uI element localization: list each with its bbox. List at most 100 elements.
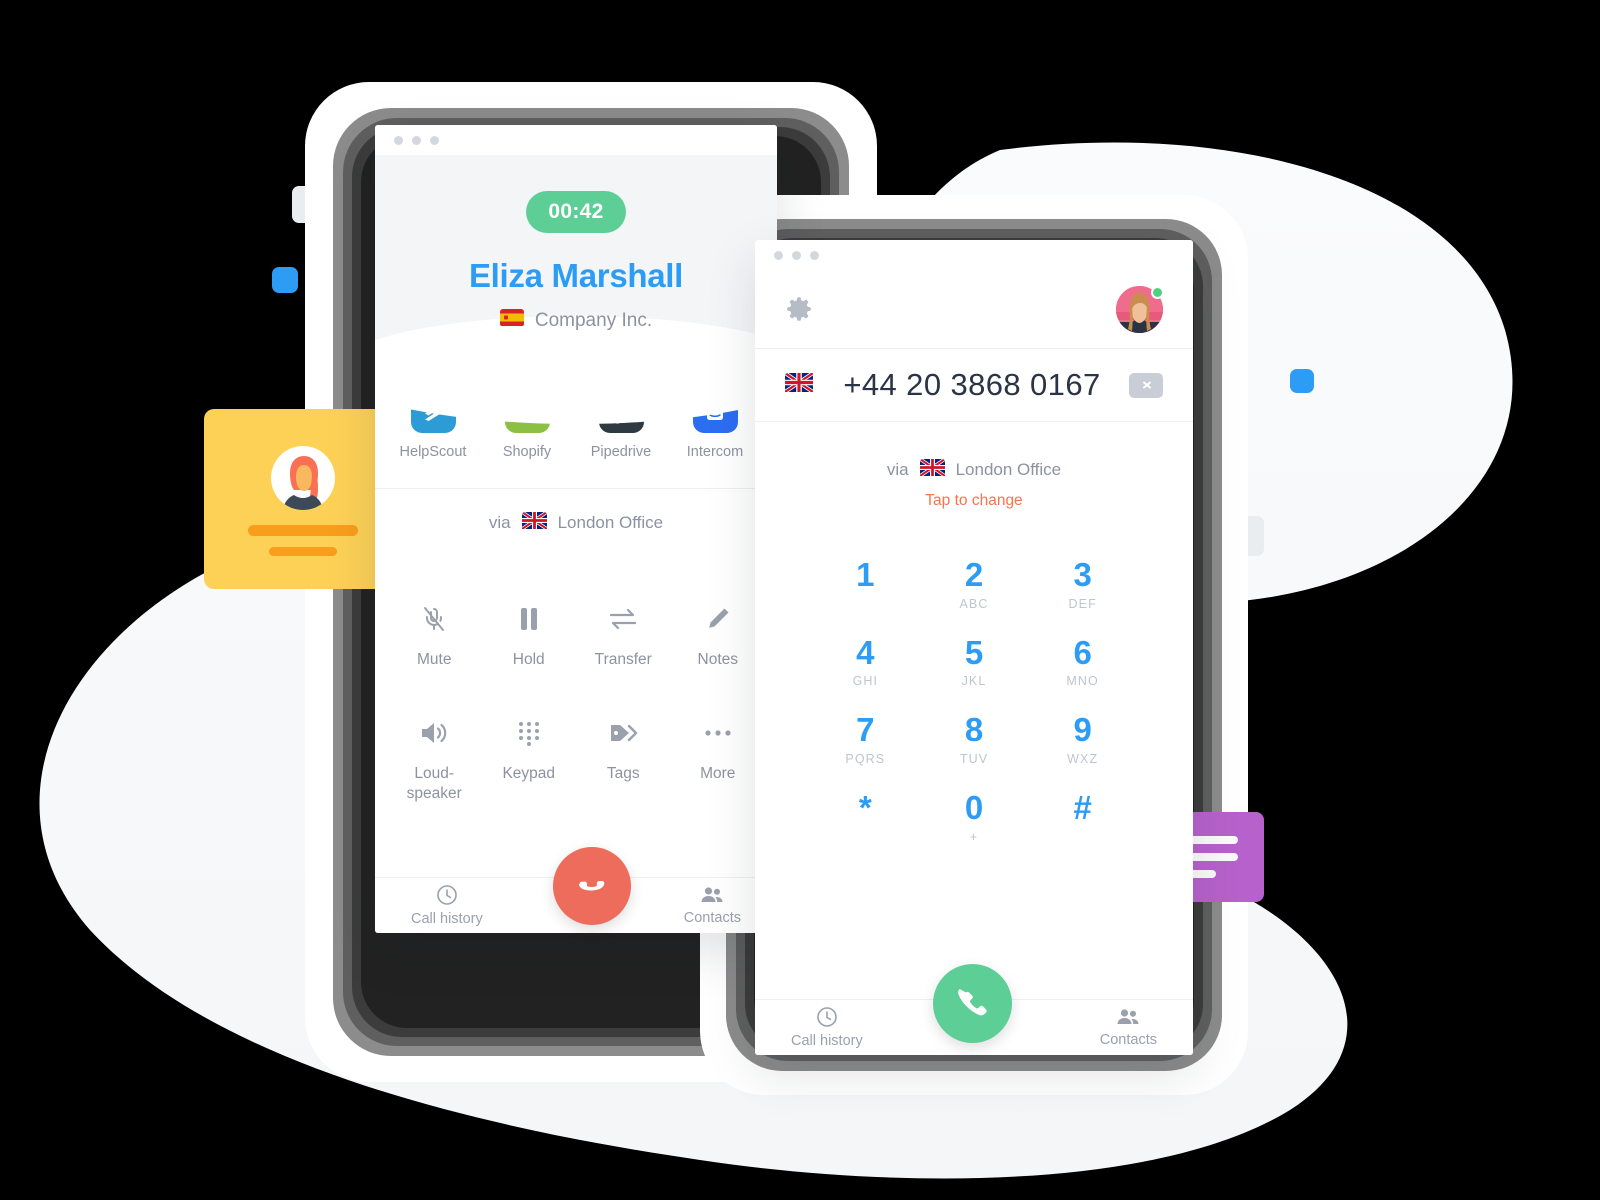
call-button[interactable]: [933, 964, 1012, 1043]
dialer-top-bar: [755, 270, 1193, 348]
window-dot-minimize[interactable]: [412, 135, 421, 145]
decor-square-blue-1: [272, 267, 298, 293]
dialpad-key-hash[interactable]: #: [1028, 788, 1137, 844]
status-badge-online: [1151, 285, 1164, 299]
control-label: Transfer: [594, 651, 652, 668]
contact-card-line-long: [248, 524, 358, 536]
tab-contacts[interactable]: Contacts: [1100, 1007, 1157, 1048]
contacts-icon: [701, 887, 723, 902]
tab-contacts[interactable]: Contacts: [684, 885, 741, 926]
backspace-icon[interactable]: [1129, 372, 1163, 398]
phone-number-input[interactable]: +44 20 3868 0167: [815, 367, 1129, 403]
dialpad-grid: 1 2 ABC 3 DEF 4 GHI 5 JKL 6 MNO 7 PQRS 8: [755, 556, 1193, 844]
tab-label: Call history: [411, 911, 483, 927]
key-digit: 0: [964, 788, 984, 826]
via-prefix-label: via: [886, 460, 909, 479]
control-notes[interactable]: Notes: [671, 602, 766, 670]
control-label: Keypad: [502, 764, 556, 782]
phone-number-row: +44 20 3868 0167: [755, 348, 1193, 422]
tab-call-history[interactable]: Call history: [791, 1006, 863, 1049]
key-letters: TUV: [959, 751, 989, 766]
contacts-icon: [1117, 1009, 1139, 1024]
key-digit: 1: [856, 556, 875, 593]
window-dot-maximize[interactable]: [810, 250, 819, 260]
gear-icon[interactable]: [785, 295, 813, 323]
call-timer-badge: 00:42: [526, 191, 626, 233]
call-via-row[interactable]: via London Office: [375, 488, 777, 556]
caller-company: Company Inc.: [499, 309, 653, 332]
key-digit: 7: [856, 711, 875, 749]
flag-spain-icon: [499, 309, 524, 332]
dialpad-key-5[interactable]: 5 JKL: [920, 633, 1029, 688]
dialer-titlebar: [755, 240, 1193, 270]
call-header: 00:42 Eliza Marshall Company Inc.: [375, 155, 777, 424]
keypad-dots-icon: [516, 716, 542, 750]
contact-avatar-illustration: [271, 445, 335, 510]
key-letters: +: [969, 829, 979, 844]
key-digit: 8: [964, 711, 984, 749]
control-loudspeaker[interactable]: Loud- speaker: [387, 716, 482, 804]
tap-to-change-link[interactable]: Tap to change: [755, 492, 1193, 510]
key-digit: 3: [1073, 556, 1092, 593]
dialpad-key-6[interactable]: 6 MNO: [1028, 633, 1137, 688]
control-label: More: [700, 764, 736, 782]
key-digit: 6: [1073, 633, 1092, 671]
control-label: Tags: [606, 764, 640, 782]
control-transfer[interactable]: Transfer: [576, 602, 671, 670]
dialpad-key-4[interactable]: 4 GHI: [811, 635, 920, 689]
key-digit: *: [858, 788, 872, 826]
dialer-window: +44 20 3868 0167 via London Office Tap t…: [755, 240, 1193, 1055]
clock-icon: [817, 1007, 837, 1027]
ellipsis-icon: [704, 716, 732, 750]
dialpad-key-7[interactable]: 7 PQRS: [811, 713, 920, 766]
key-letters: DEF: [1068, 596, 1097, 611]
control-mute[interactable]: Mute: [387, 602, 482, 670]
dialpad-key-star[interactable]: *: [811, 788, 920, 844]
key-letters: GHI: [852, 674, 879, 689]
dialpad-key-9[interactable]: 9 WXZ: [1028, 713, 1137, 766]
dialer-via-row[interactable]: via London Office: [755, 459, 1193, 481]
key-digit: #: [1073, 788, 1092, 826]
decor-square-blue-2: [1290, 369, 1314, 393]
caller-company-label: Company Inc.: [534, 309, 653, 331]
control-label: Notes: [697, 651, 739, 668]
hangup-button[interactable]: [553, 847, 631, 925]
control-label: Mute: [417, 651, 452, 668]
window-dot-maximize[interactable]: [430, 135, 439, 145]
pause-icon: [518, 602, 540, 636]
flag-uk-icon[interactable]: [785, 373, 815, 397]
key-letters: PQRS: [845, 751, 886, 766]
integration-label: Pipedrive: [590, 444, 652, 460]
speaker-icon: [419, 716, 449, 750]
key-letters: ABC: [959, 596, 989, 611]
control-hold[interactable]: Hold: [482, 602, 577, 670]
call-phone-icon: [957, 988, 987, 1015]
hangup-phone-icon: [578, 881, 605, 891]
key-digit: 2: [964, 556, 984, 593]
contact-card-decoration: [204, 409, 402, 589]
window-dot-close[interactable]: [774, 250, 783, 260]
microphone-off-icon: [421, 602, 447, 636]
integration-label: Shopify: [502, 444, 552, 460]
flag-uk-icon: [521, 511, 547, 534]
dialpad-key-8[interactable]: 8 TUV: [920, 713, 1029, 766]
control-label: Hold: [512, 651, 545, 668]
tab-call-history[interactable]: Call history: [411, 884, 483, 927]
via-prefix-label: via: [488, 512, 511, 532]
window-dot-close[interactable]: [394, 135, 403, 145]
dialpad-key-0[interactable]: 0 +: [920, 788, 1029, 844]
window-dot-minimize[interactable]: [792, 250, 801, 260]
dialpad-key-2[interactable]: 2 ABC: [920, 556, 1029, 611]
control-more[interactable]: More: [671, 716, 766, 804]
control-keypad[interactable]: Keypad: [482, 716, 577, 804]
call-controls-grid: Mute Hold Transfer Notes Loud- speaker K…: [375, 602, 777, 803]
clock-icon: [437, 885, 457, 905]
key-digit: 5: [964, 633, 984, 671]
tab-label: Contacts: [1099, 1032, 1157, 1048]
control-tags[interactable]: Tags: [576, 716, 671, 804]
dialpad-key-3[interactable]: 3 DEF: [1028, 556, 1137, 611]
via-location-label: London Office: [557, 512, 664, 532]
dialpad-key-1[interactable]: 1: [811, 556, 920, 611]
integration-label: Intercom: [686, 444, 744, 460]
user-avatar[interactable]: [1116, 285, 1164, 333]
